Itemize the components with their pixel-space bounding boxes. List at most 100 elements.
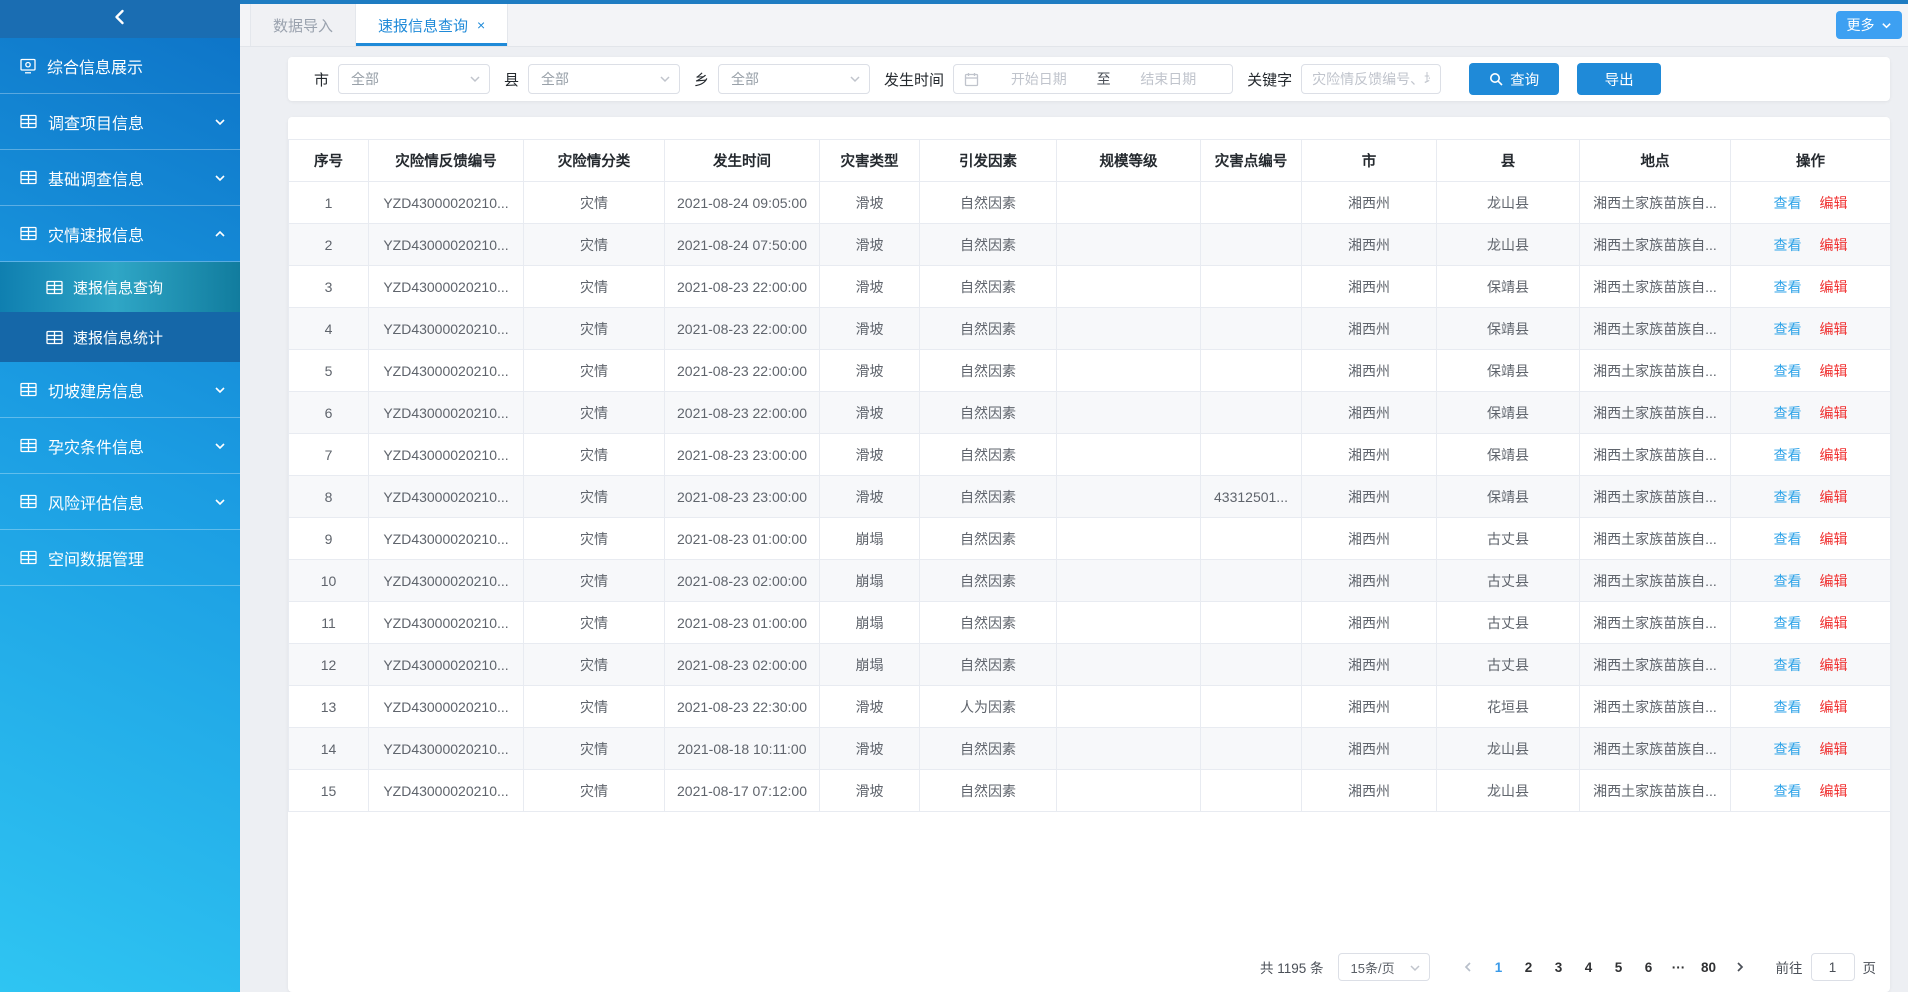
edit-link[interactable]: 编辑 <box>1820 321 1848 337</box>
sidebar-item[interactable]: 基础调查信息 <box>0 150 240 206</box>
end-date-placeholder[interactable]: 结束日期 <box>1115 69 1223 89</box>
tab-data-import[interactable]: 数据导入 <box>250 4 356 46</box>
sidebar-submenu: 速报信息查询速报信息统计 <box>0 262 240 362</box>
close-tab-icon[interactable]: × <box>477 18 485 32</box>
cell-point-id <box>1201 224 1302 266</box>
content-area: 市 全部 县 全部 乡 全部 <box>240 47 1908 992</box>
town-select[interactable]: 全部 <box>718 64 870 94</box>
sidebar-collapse-button[interactable] <box>0 0 240 38</box>
cell-scale-level <box>1057 182 1201 224</box>
cell-actions: 查看 编辑 <box>1731 518 1891 560</box>
cell-location: 湘西土家族苗族自... <box>1580 476 1731 518</box>
edit-link[interactable]: 编辑 <box>1820 195 1848 211</box>
view-link[interactable]: 查看 <box>1774 279 1802 295</box>
sidebar-item[interactable]: 孕灾条件信息 <box>0 418 240 474</box>
cell-occur-time: 2021-08-23 02:00:00 <box>665 644 820 686</box>
edit-link[interactable]: 编辑 <box>1820 657 1848 673</box>
goto-page-input[interactable] <box>1811 953 1855 981</box>
sidebar-item[interactable]: 调查项目信息 <box>0 94 240 150</box>
cell-category: 灾情 <box>524 224 665 266</box>
view-link[interactable]: 查看 <box>1774 657 1802 673</box>
page-number[interactable]: 1 <box>1484 960 1514 975</box>
cell-trigger-factor: 自然因素 <box>920 602 1057 644</box>
view-link[interactable]: 查看 <box>1774 741 1802 757</box>
view-link[interactable]: 查看 <box>1774 615 1802 631</box>
tab-report-query[interactable]: 速报信息查询 × <box>356 4 508 46</box>
edit-link[interactable]: 编辑 <box>1820 573 1848 589</box>
cell-index: 5 <box>289 350 369 392</box>
cell-index: 12 <box>289 644 369 686</box>
cell-city: 湘西州 <box>1302 686 1437 728</box>
cell-city: 湘西州 <box>1302 476 1437 518</box>
edit-link[interactable]: 编辑 <box>1820 531 1848 547</box>
sidebar-item[interactable]: 空间数据管理 <box>0 530 240 586</box>
edit-link[interactable]: 编辑 <box>1820 783 1848 799</box>
view-link[interactable]: 查看 <box>1774 699 1802 715</box>
cell-city: 湘西州 <box>1302 644 1437 686</box>
view-link[interactable]: 查看 <box>1774 195 1802 211</box>
edit-link[interactable]: 编辑 <box>1820 279 1848 295</box>
page-number[interactable]: 2 <box>1514 960 1544 975</box>
page-ellipsis[interactable]: ··· <box>1664 960 1694 975</box>
prev-page-button[interactable] <box>1452 961 1484 973</box>
keyword-input[interactable] <box>1301 64 1441 94</box>
edit-link[interactable]: 编辑 <box>1820 489 1848 505</box>
cell-occur-time: 2021-08-23 22:00:00 <box>665 392 820 434</box>
table-icon <box>46 280 63 295</box>
next-page-button[interactable] <box>1724 961 1756 973</box>
start-date-placeholder[interactable]: 开始日期 <box>985 69 1093 89</box>
cell-location: 湘西土家族苗族自... <box>1580 392 1731 434</box>
cell-feedback-id: YZD43000020210... <box>369 308 524 350</box>
view-link[interactable]: 查看 <box>1774 363 1802 379</box>
city-select[interactable]: 全部 <box>338 64 490 94</box>
cell-category: 灾情 <box>524 182 665 224</box>
export-button[interactable]: 导出 <box>1577 63 1661 95</box>
view-link[interactable]: 查看 <box>1774 321 1802 337</box>
pagination: 共 1195 条 15条/页 123456···80 前往 <box>1260 950 1876 984</box>
cell-occur-time: 2021-08-23 22:30:00 <box>665 686 820 728</box>
county-select[interactable]: 全部 <box>528 64 680 94</box>
sidebar-subitem[interactable]: 速报信息查询 <box>0 262 240 312</box>
chevron-down-icon <box>1409 962 1421 974</box>
page-number[interactable]: 5 <box>1604 960 1634 975</box>
sidebar-item[interactable]: 综合信息展示 <box>0 38 240 94</box>
page-number[interactable]: 6 <box>1634 960 1664 975</box>
edit-link[interactable]: 编辑 <box>1820 699 1848 715</box>
view-link[interactable]: 查看 <box>1774 573 1802 589</box>
page-number[interactable]: 4 <box>1574 960 1604 975</box>
sidebar-item[interactable]: 切坡建房信息 <box>0 362 240 418</box>
column-header: 灾害点编号 <box>1201 140 1302 182</box>
view-link[interactable]: 查看 <box>1774 489 1802 505</box>
page-number[interactable]: 3 <box>1544 960 1574 975</box>
cell-scale-level <box>1057 728 1201 770</box>
edit-link[interactable]: 编辑 <box>1820 237 1848 253</box>
view-link[interactable]: 查看 <box>1774 237 1802 253</box>
page-size-select[interactable]: 15条/页 <box>1338 953 1430 981</box>
cell-index: 11 <box>289 602 369 644</box>
date-range-picker[interactable]: 开始日期 至 结束日期 <box>953 64 1233 94</box>
more-button[interactable]: 更多 <box>1836 11 1902 39</box>
cell-city: 湘西州 <box>1302 266 1437 308</box>
cell-occur-time: 2021-08-23 01:00:00 <box>665 518 820 560</box>
cell-actions: 查看 编辑 <box>1731 686 1891 728</box>
goto-suffix: 页 <box>1863 957 1877 977</box>
edit-link[interactable]: 编辑 <box>1820 741 1848 757</box>
cell-disaster-type: 滑坡 <box>820 266 920 308</box>
cell-category: 灾情 <box>524 392 665 434</box>
edit-link[interactable]: 编辑 <box>1820 615 1848 631</box>
cell-trigger-factor: 自然因素 <box>920 518 1057 560</box>
sidebar-item[interactable]: 灾情速报信息 <box>0 206 240 262</box>
sidebar: 综合信息展示调查项目信息基础调查信息灾情速报信息速报信息查询速报信息统计切坡建房… <box>0 0 240 992</box>
view-link[interactable]: 查看 <box>1774 531 1802 547</box>
edit-link[interactable]: 编辑 <box>1820 405 1848 421</box>
sidebar-item[interactable]: 风险评估信息 <box>0 474 240 530</box>
view-link[interactable]: 查看 <box>1774 447 1802 463</box>
search-button[interactable]: 查询 <box>1469 63 1559 95</box>
edit-link[interactable]: 编辑 <box>1820 447 1848 463</box>
edit-link[interactable]: 编辑 <box>1820 363 1848 379</box>
view-link[interactable]: 查看 <box>1774 783 1802 799</box>
sidebar-subitem[interactable]: 速报信息统计 <box>0 312 240 362</box>
cell-category: 灾情 <box>524 602 665 644</box>
view-link[interactable]: 查看 <box>1774 405 1802 421</box>
page-number[interactable]: 80 <box>1694 960 1724 975</box>
